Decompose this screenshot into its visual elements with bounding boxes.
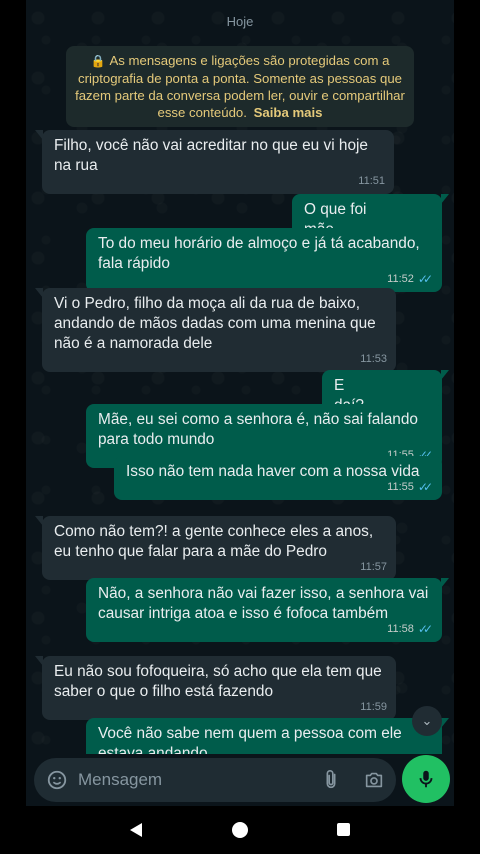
- message-bubble-incoming[interactable]: Vi o Pedro, filho da moça ali da rua de …: [35, 288, 396, 372]
- message-input[interactable]: Mensagem: [34, 758, 396, 802]
- message-time: 11:57: [360, 561, 387, 573]
- message-text: Filho, você não vai acreditar no que eu …: [54, 137, 368, 174]
- back-triangle-icon[interactable]: [128, 822, 144, 838]
- message-text: Vi o Pedro, filho da moça ali da rua de …: [54, 295, 376, 352]
- sticker-emoji-icon[interactable]: [46, 769, 68, 791]
- message-time: 11:53: [360, 353, 387, 365]
- message-bubble-incoming[interactable]: Eu não sou fofoqueira, só acho que ela t…: [35, 656, 396, 720]
- message-time: 11:52: [387, 273, 414, 285]
- message-time: 11:59: [360, 701, 387, 713]
- android-navigation-bar: [26, 806, 454, 854]
- message-text: Isso não tem nada haver com a nossa vida: [126, 463, 420, 480]
- message-text: Mãe, eu sei como a senhora é, não sai fa…: [98, 411, 418, 448]
- learn-more-link[interactable]: Saiba mais: [254, 105, 323, 120]
- message-bubble-outgoing[interactable]: Isso não tem nada haver com a nossa vida…: [114, 456, 442, 500]
- home-circle-icon[interactable]: [232, 822, 248, 838]
- read-ticks-icon: ✓✓: [417, 622, 433, 636]
- message-placeholder: Mensagem: [78, 770, 163, 789]
- message-text: Eu não sou fofoqueira, só acho que ela t…: [54, 663, 382, 700]
- microphone-icon: [419, 770, 433, 788]
- message-bubble-outgoing[interactable]: Não, a senhora não vai fazer isso, a sen…: [86, 578, 449, 642]
- encryption-notice-text: As mensagens e ligações são protegidas c…: [75, 53, 405, 120]
- read-ticks-icon: ✓✓: [417, 272, 433, 286]
- message-text: Você não sabe nem quem a pessoa com ele …: [98, 725, 402, 754]
- chevron-double-down-icon: ⌄: [421, 713, 433, 728]
- whatsapp-chat-screen: Hoje 🔒 As mensagens e ligações são proteg…: [26, 0, 454, 854]
- message-time: 11:58: [387, 623, 414, 635]
- message-bubble-outgoing[interactable]: To do meu horário de almoço e já tá acab…: [86, 228, 442, 292]
- message-text: Como não tem?! a gente conhece eles a an…: [54, 523, 374, 560]
- camera-icon[interactable]: [362, 769, 386, 791]
- encryption-notice[interactable]: 🔒 As mensagens e ligações são protegidas …: [66, 46, 414, 127]
- message-list[interactable]: Hoje 🔒 As mensagens e ligações são proteg…: [26, 0, 454, 754]
- recent-apps-square-icon[interactable]: [337, 823, 350, 836]
- voice-record-button[interactable]: [402, 755, 450, 803]
- scroll-to-bottom-button[interactable]: ⌄: [412, 706, 442, 736]
- message-bubble-outgoing[interactable]: Você não sabe nem quem a pessoa com ele …: [86, 718, 449, 754]
- read-ticks-icon: ✓✓: [417, 480, 433, 494]
- date-chip: Hoje: [226, 14, 254, 29]
- lock-icon: 🔒: [90, 54, 106, 68]
- paperclip-icon[interactable]: [320, 768, 342, 792]
- message-composer: Mensagem: [26, 754, 454, 806]
- message-time: 11:51: [358, 175, 385, 187]
- message-time: 11:55: [387, 481, 414, 493]
- message-bubble-incoming[interactable]: Como não tem?! a gente conhece eles a an…: [35, 516, 396, 580]
- message-text: Não, a senhora não vai fazer isso, a sen…: [98, 585, 429, 622]
- message-bubble-incoming[interactable]: Filho, você não vai acreditar no que eu …: [35, 130, 394, 194]
- message-text: To do meu horário de almoço e já tá acab…: [98, 235, 420, 272]
